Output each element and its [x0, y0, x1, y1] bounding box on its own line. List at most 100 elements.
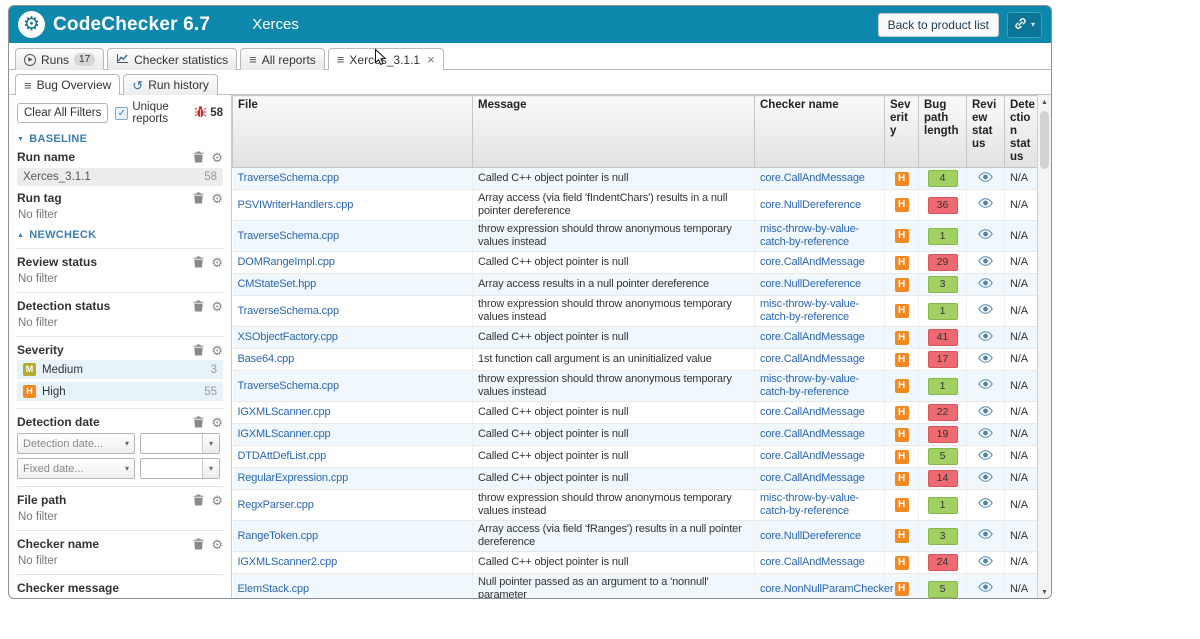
scrollbar-thumb[interactable]: [1040, 111, 1049, 169]
file-link[interactable]: TraverseSchema.cpp: [238, 230, 340, 242]
trash-icon[interactable]: [193, 416, 204, 428]
detection-date-select[interactable]: Detection date... ▾: [17, 433, 135, 454]
tab-bug-overview[interactable]: ≡ Bug Overview: [15, 74, 121, 95]
trash-icon[interactable]: [193, 344, 204, 356]
clear-all-filters-button[interactable]: Clear All Filters: [17, 103, 109, 123]
checker-link[interactable]: core.CallAndMessage: [760, 172, 865, 184]
gear-icon[interactable]: ⚙: [211, 192, 223, 205]
report-row[interactable]: TraverseSchema.cpp throw expression shou…: [232, 295, 1037, 327]
gear-icon[interactable]: ⚙: [211, 416, 223, 429]
gear-icon[interactable]: ⚙: [211, 538, 223, 551]
permalink-button[interactable]: ▾: [1006, 11, 1042, 38]
trash-icon[interactable]: [193, 192, 204, 204]
tab-checker-statistics[interactable]: Checker statistics: [107, 48, 238, 70]
checker-link[interactable]: core.CallAndMessage: [760, 331, 865, 343]
checker-link[interactable]: misc-throw-by-value-catch-by-reference: [760, 373, 859, 398]
trash-icon[interactable]: [193, 256, 204, 268]
checker-link[interactable]: misc-throw-by-value-catch-by-reference: [760, 298, 859, 323]
column-header-severity[interactable]: Severity: [884, 95, 919, 168]
scroll-up-button[interactable]: ▲: [1038, 95, 1051, 109]
trash-icon[interactable]: [193, 538, 204, 550]
review-status-cell[interactable]: [966, 520, 1005, 552]
file-link[interactable]: IGXMLScanner.cpp: [238, 428, 331, 440]
table-scrollbar[interactable]: ▲ ▼: [1037, 95, 1051, 598]
gear-icon[interactable]: ⚙: [211, 494, 223, 507]
report-row[interactable]: IGXMLScanner.cpp Called C++ object point…: [232, 423, 1037, 446]
report-row[interactable]: TraverseSchema.cpp throw expression shou…: [232, 220, 1037, 252]
trash-icon[interactable]: [193, 300, 204, 312]
scroll-down-button[interactable]: ▼: [1038, 585, 1051, 598]
checker-link[interactable]: core.NullDereference: [760, 278, 861, 290]
file-link[interactable]: RegularExpression.cpp: [238, 472, 349, 484]
fixed-date-input[interactable]: ▾: [140, 458, 220, 479]
file-link[interactable]: RangeToken.cpp: [238, 530, 319, 542]
column-header-review-status[interactable]: Review status: [966, 95, 1005, 168]
checker-link[interactable]: core.NonNullParamChecker: [760, 583, 893, 595]
report-row[interactable]: Base64.cpp 1st function call argument is…: [232, 348, 1037, 371]
report-row[interactable]: TraverseSchema.cpp Called C++ object poi…: [232, 167, 1037, 190]
review-status-cell[interactable]: [966, 489, 1005, 521]
checker-link[interactable]: misc-throw-by-value-catch-by-reference: [760, 492, 859, 517]
severity-option-high[interactable]: H High 55: [17, 382, 223, 401]
file-link[interactable]: PSVIWriterHandlers.cpp: [238, 199, 354, 211]
checker-link[interactable]: core.CallAndMessage: [760, 406, 865, 418]
detection-date-input[interactable]: ▾: [140, 433, 220, 454]
review-status-cell[interactable]: [966, 220, 1005, 252]
column-header-detection-status[interactable]: Detection status: [1004, 95, 1037, 168]
file-link[interactable]: TraverseSchema.cpp: [238, 305, 340, 317]
checker-link[interactable]: core.CallAndMessage: [760, 256, 865, 268]
tab-run-xerces[interactable]: ≡ Xerces_3.1.1 ×: [327, 48, 444, 70]
gear-icon[interactable]: ⚙: [211, 151, 223, 164]
file-link[interactable]: ElemStack.cpp: [238, 583, 310, 595]
section-newcheck[interactable]: ▲ NEWCHECK: [17, 229, 223, 241]
tab-all-reports[interactable]: ≡ All reports: [240, 48, 325, 70]
review-status-cell[interactable]: [966, 423, 1005, 446]
review-status-cell[interactable]: [966, 401, 1005, 424]
report-row[interactable]: XSObjectFactory.cpp Called C++ object po…: [232, 326, 1037, 349]
checker-link[interactable]: core.CallAndMessage: [760, 556, 865, 568]
file-link[interactable]: XSObjectFactory.cpp: [238, 331, 338, 343]
gear-icon[interactable]: ⚙: [211, 256, 223, 269]
review-status-cell[interactable]: [966, 348, 1005, 371]
review-status-cell[interactable]: [966, 251, 1005, 274]
report-row[interactable]: ElemStack.cpp Null pointer passed as an …: [232, 573, 1037, 598]
column-header-message[interactable]: Message: [472, 95, 755, 168]
review-status-cell[interactable]: [966, 370, 1005, 402]
report-row[interactable]: DTDAttDefList.cpp Called C++ object poin…: [232, 445, 1037, 468]
checker-link[interactable]: core.CallAndMessage: [760, 353, 865, 365]
file-link[interactable]: DTDAttDefList.cpp: [238, 450, 327, 462]
report-row[interactable]: TraverseSchema.cpp throw expression shou…: [232, 370, 1037, 402]
caret-down-icon[interactable]: ▾: [202, 434, 219, 453]
tab-run-history[interactable]: ↺ Run history: [123, 74, 218, 95]
review-status-cell[interactable]: [966, 273, 1005, 296]
report-row[interactable]: IGXMLScanner2.cpp Called C++ object poin…: [232, 551, 1037, 574]
gear-icon[interactable]: ⚙: [211, 300, 223, 313]
file-link[interactable]: CMStateSet.hpp: [238, 278, 317, 290]
checker-link[interactable]: core.CallAndMessage: [760, 450, 865, 462]
file-link[interactable]: TraverseSchema.cpp: [238, 172, 340, 184]
checker-link[interactable]: core.NullDereference: [760, 530, 861, 542]
report-row[interactable]: CMStateSet.hpp Array access results in a…: [232, 273, 1037, 296]
checker-link[interactable]: core.NullDereference: [760, 199, 861, 211]
report-row[interactable]: DOMRangeImpl.cpp Called C++ object point…: [232, 251, 1037, 274]
column-header-bug-path-length[interactable]: Bug path length: [918, 95, 967, 168]
review-status-cell[interactable]: [966, 326, 1005, 349]
tab-runs[interactable]: ▶ Runs 17: [15, 48, 105, 70]
review-status-cell[interactable]: [966, 573, 1005, 598]
review-status-cell[interactable]: [966, 295, 1005, 327]
fixed-date-select[interactable]: Fixed date... ▾: [17, 458, 135, 479]
report-row[interactable]: RangeToken.cpp Array access (via field '…: [232, 520, 1037, 552]
review-status-cell[interactable]: [966, 167, 1005, 190]
trash-icon[interactable]: [193, 151, 204, 163]
review-status-cell[interactable]: [966, 189, 1005, 221]
checker-link[interactable]: misc-throw-by-value-catch-by-reference: [760, 223, 859, 248]
file-link[interactable]: Base64.cpp: [238, 353, 295, 365]
back-to-product-list-button[interactable]: Back to product list: [877, 12, 999, 37]
report-row[interactable]: IGXMLScanner.cpp Called C++ object point…: [232, 401, 1037, 424]
section-baseline[interactable]: ▼ BASELINE: [17, 133, 223, 145]
trash-icon[interactable]: [193, 494, 204, 506]
review-status-cell[interactable]: [966, 445, 1005, 468]
severity-option-medium[interactable]: M Medium 3: [17, 360, 223, 379]
file-link[interactable]: DOMRangeImpl.cpp: [238, 256, 335, 268]
gear-icon[interactable]: ⚙: [211, 344, 223, 357]
